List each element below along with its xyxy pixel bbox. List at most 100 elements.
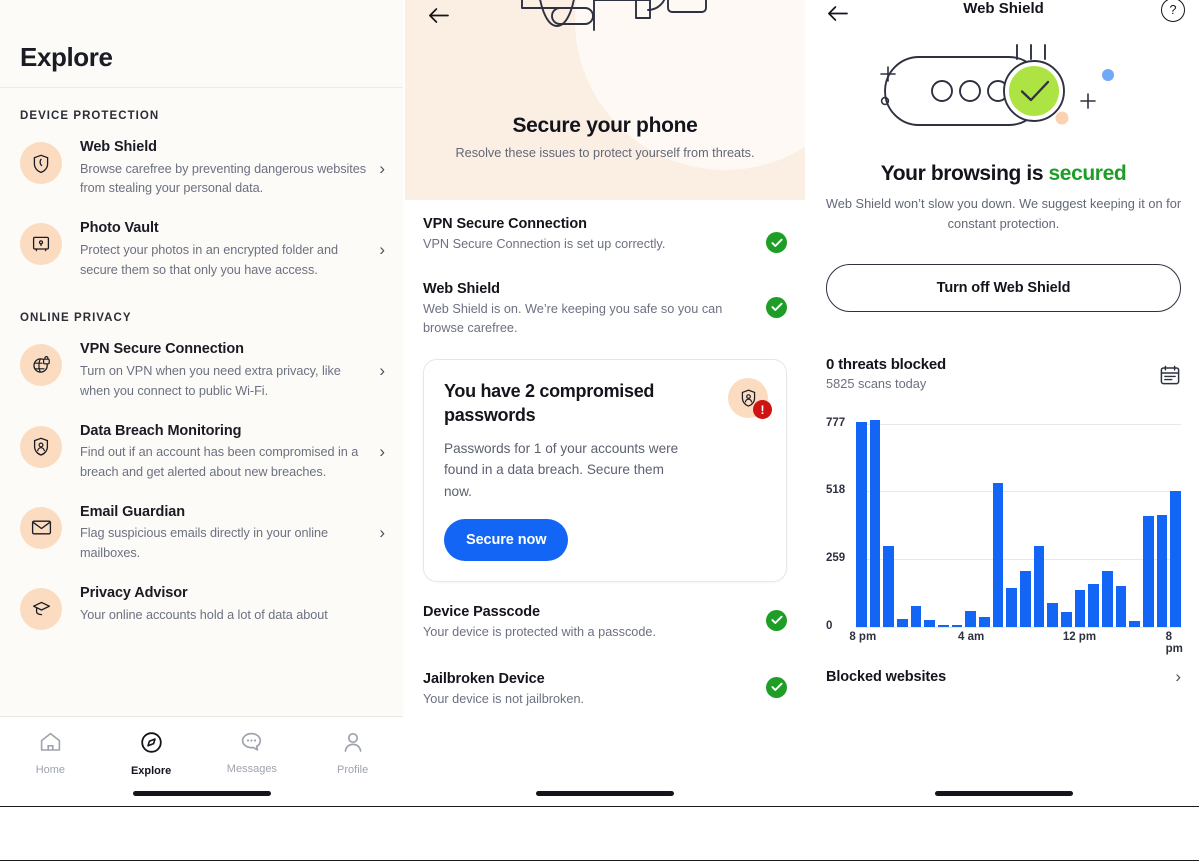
chart-gridline xyxy=(856,626,1181,628)
issue-title: Jailbroken Device xyxy=(423,670,545,687)
issue-row-device-passcode[interactable]: Device Passcode Your device is protected… xyxy=(405,582,805,653)
stats-text: 0 threats blocked 5825 scans today xyxy=(826,356,1159,391)
home-indicator xyxy=(536,791,674,796)
compromised-passwords-card[interactable]: ! You have 2 compromised passwords Passw… xyxy=(423,359,787,582)
chart-bar xyxy=(965,611,977,627)
issue-row-jailbroken-device[interactable]: Jailbroken Device Your device is not jai… xyxy=(405,653,805,720)
issue-description: Web Shield is on. We’re keeping you safe… xyxy=(423,301,723,336)
list-item-text: Data Breach Monitoring Find out if an ac… xyxy=(62,422,379,483)
sidebar-item-vpn-secure-connection[interactable]: VPN Secure Connection Turn on VPN when y… xyxy=(0,330,403,411)
chart-bar xyxy=(883,545,895,627)
card-body: Passwords for 1 of your accounts were fo… xyxy=(444,440,679,500)
sidebar-item-web-shield[interactable]: Web Shield Browse carefree by preventing… xyxy=(0,128,403,209)
issue-text: VPN Secure Connection VPN Secure Connect… xyxy=(423,216,766,255)
frame-rule xyxy=(0,806,1199,807)
tab-label: Profile xyxy=(337,764,369,776)
chart-x-tick-label: 4 am xyxy=(957,630,985,643)
turn-off-web-shield-button[interactable]: Turn off Web Shield xyxy=(826,263,1181,312)
issue-text: Device Passcode Your device is protected… xyxy=(423,604,766,643)
calendar-icon[interactable] xyxy=(1159,364,1181,391)
graduation-cap-icon xyxy=(20,587,62,630)
issue-title: Web Shield xyxy=(423,280,500,297)
item-title: Privacy Advisor xyxy=(80,584,188,601)
chart-bar xyxy=(992,482,1004,627)
back-arrow-icon[interactable] xyxy=(423,0,453,30)
shield-heading: Your browsing is secured xyxy=(808,162,1199,186)
item-description: Browse carefree by preventing dangerous … xyxy=(80,161,367,196)
chart-bar xyxy=(1156,515,1168,627)
heading-accent: secured xyxy=(1048,162,1127,185)
home-icon xyxy=(39,731,62,758)
chevron-right-icon: › xyxy=(379,360,385,380)
chart-bar xyxy=(869,419,881,627)
issue-text: Web Shield Web Shield is on. We’re keepi… xyxy=(423,281,766,339)
item-description: Flag suspicious emails directly in your … xyxy=(80,526,329,561)
list-item-text: Web Shield Browse carefree by preventing… xyxy=(62,138,379,199)
threats-chart: 0 259 518 777 8 pm 4 am 12 pm 8 pm xyxy=(826,405,1183,655)
shield-person-icon xyxy=(20,425,62,468)
blocked-websites-label: Blocked websites xyxy=(826,668,947,685)
item-title: Email Guardian xyxy=(80,503,185,520)
chart-bar xyxy=(1102,571,1113,627)
chart-bar xyxy=(1006,587,1018,627)
help-icon[interactable]: ? xyxy=(1161,0,1185,22)
issue-row-vpn[interactable]: VPN Secure Connection VPN Secure Connect… xyxy=(405,200,805,265)
nav-title: Web Shield xyxy=(963,0,1044,17)
issue-row-web-shield[interactable]: Web Shield Web Shield is on. We’re keepi… xyxy=(405,265,805,349)
threat-stats: 0 threats blocked 5825 scans today xyxy=(826,356,1181,391)
chart-bar xyxy=(1088,584,1100,627)
navigation-bar: Web Shield ? xyxy=(808,0,1199,30)
item-title: Photo Vault xyxy=(80,220,159,237)
issue-title: VPN Secure Connection xyxy=(423,216,587,232)
issue-description: Your device is protected with a passcode… xyxy=(423,624,656,639)
back-arrow-icon[interactable] xyxy=(822,0,852,28)
list-item-text: Photo Vault Protect your photos in an en… xyxy=(62,219,379,280)
chart-y-tick-label: 777 xyxy=(826,416,846,429)
web-shield-screen: Web Shield ? Your browsing is secured We… xyxy=(808,0,1199,806)
chart-bar xyxy=(897,618,908,627)
tab-label: Home xyxy=(35,764,66,776)
hero-banner: Secure your phone Resolve these issues t… xyxy=(405,0,805,200)
person-icon xyxy=(342,731,364,758)
chart-bar xyxy=(938,624,949,627)
heading-prefix: Your browsing is xyxy=(880,162,1049,185)
sidebar-item-photo-vault[interactable]: Photo Vault Protect your photos in an en… xyxy=(0,209,403,290)
item-title: Data Breach Monitoring xyxy=(80,422,242,439)
issue-text: Jailbroken Device Your device is not jai… xyxy=(423,671,766,710)
frame-rule xyxy=(0,860,1199,861)
tab-label: Messages xyxy=(226,763,277,775)
issue-description: VPN Secure Connection is set up correctl… xyxy=(423,237,666,251)
chart-bar xyxy=(1143,515,1154,627)
chevron-right-icon: › xyxy=(379,442,385,462)
chevron-right-icon: › xyxy=(379,523,385,543)
chart-bars xyxy=(856,413,1182,627)
sidebar-item-data-breach-monitoring[interactable]: Data Breach Monitoring Find out if an ac… xyxy=(0,412,403,493)
item-description: Find out if an account has been compromi… xyxy=(80,445,359,479)
chart-y-tick-label: 518 xyxy=(826,484,846,497)
shield-icon xyxy=(20,142,62,184)
chart-bar xyxy=(1061,612,1072,627)
scans-today-count: 5825 scans today xyxy=(826,375,927,391)
status-badge-check-icon xyxy=(766,232,787,253)
sidebar-item-privacy-advisor[interactable]: Privacy Advisor Your online accounts hol… xyxy=(0,574,403,640)
list-item-text: VPN Secure Connection Turn on VPN when y… xyxy=(62,340,379,401)
blocked-websites-row[interactable]: Blocked websites › xyxy=(826,667,1181,687)
tab-profile[interactable]: Profile xyxy=(302,717,403,806)
sidebar-item-email-guardian[interactable]: Email Guardian Flag suspicious emails di… xyxy=(0,493,403,574)
globe-lock-icon xyxy=(20,344,62,387)
list-item-text: Email Guardian Flag suspicious emails di… xyxy=(62,503,379,564)
home-indicator xyxy=(934,791,1073,796)
issue-description: Your device is not jailbroken. xyxy=(423,691,585,706)
issue-title: Device Passcode xyxy=(423,603,540,620)
section-label-device-protection: DEVICE PROTECTION xyxy=(20,110,160,122)
page-title: Explore xyxy=(20,42,113,72)
hero-subheading: Resolve these issues to protect yourself… xyxy=(455,146,755,160)
tab-home[interactable]: Home xyxy=(0,717,101,806)
item-title: Web Shield xyxy=(80,139,157,155)
shield-subheading: Web Shield won’t slow you down. We sugge… xyxy=(825,196,1182,231)
secure-now-button[interactable]: Secure now xyxy=(444,518,569,561)
chart-bar xyxy=(979,616,990,627)
chart-y-tick-label: 0 xyxy=(826,619,833,632)
shield-illustration xyxy=(808,30,1199,152)
chart-x-tick-label: 8 pm xyxy=(1165,630,1183,655)
